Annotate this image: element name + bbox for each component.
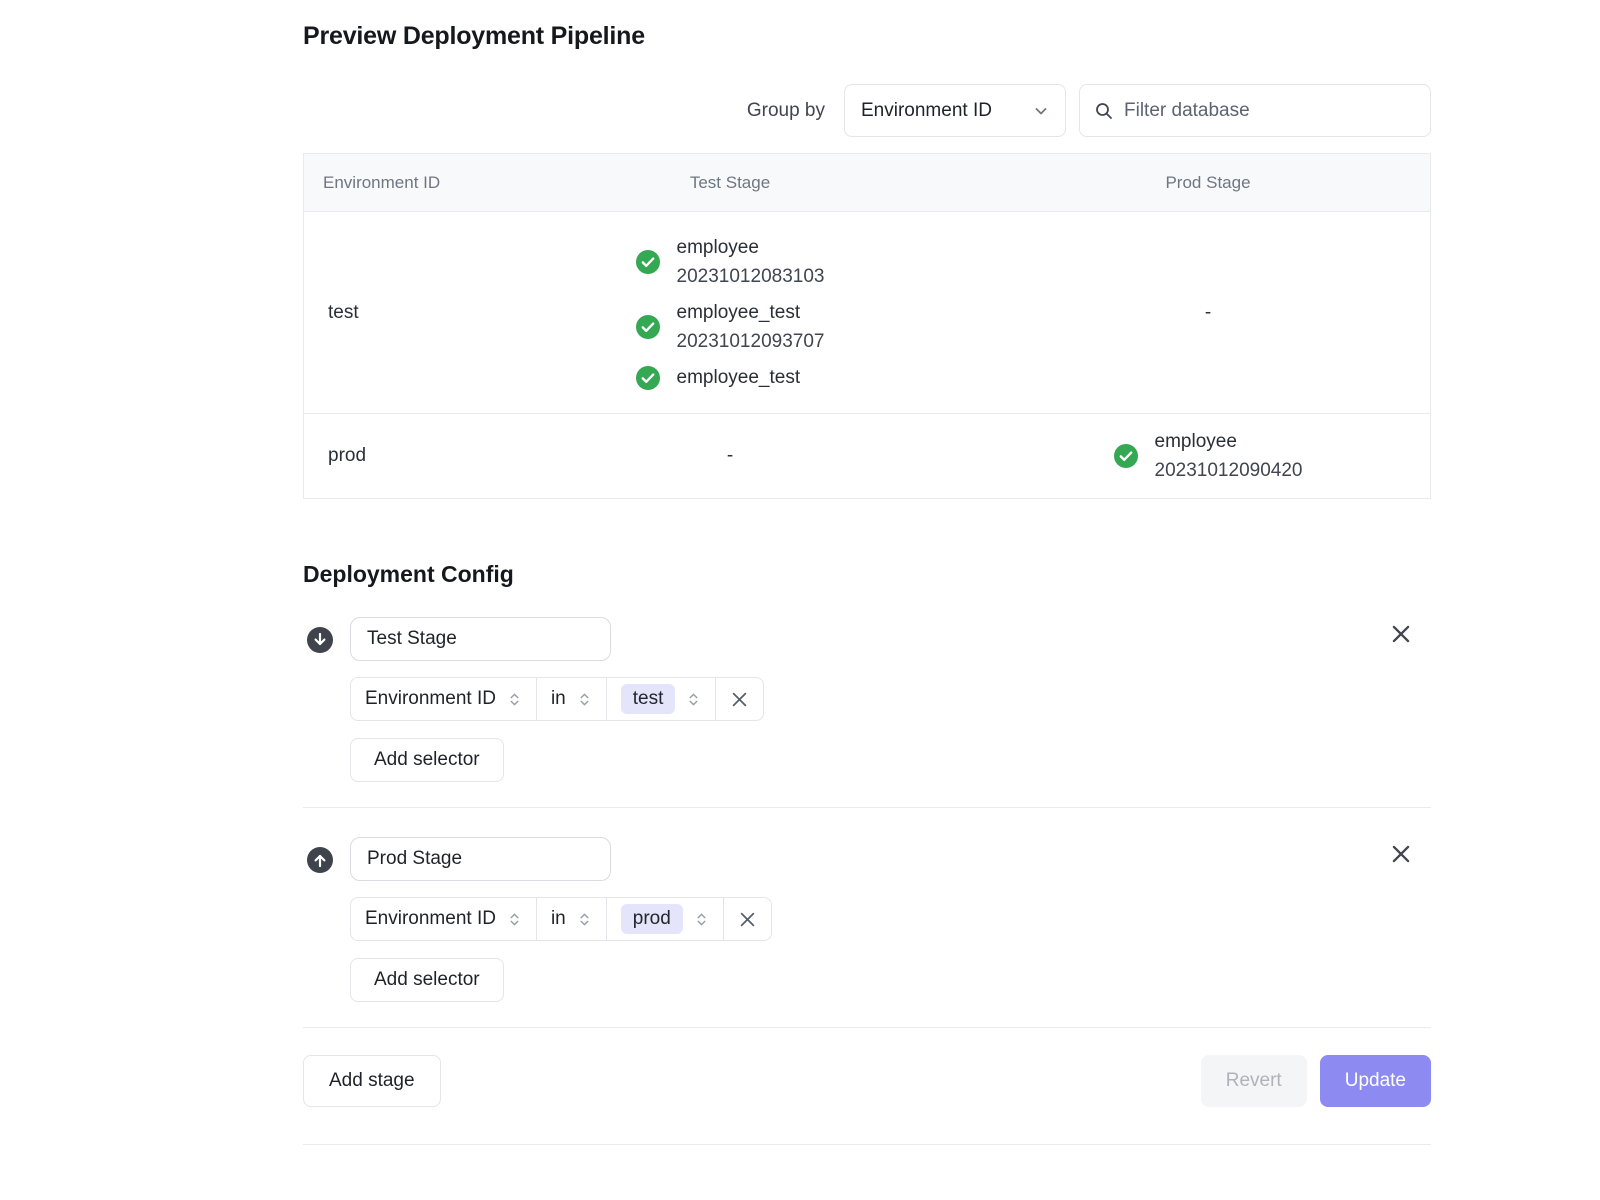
filter-database-container	[1079, 84, 1431, 137]
pipeline-table: Environment ID Test Stage Prod Stage tes…	[303, 153, 1431, 499]
selector-value-tag: test	[621, 684, 676, 714]
section-title: Deployment Config	[303, 561, 1431, 588]
selector-row: Environment ID in prod	[350, 897, 1431, 941]
stage-config-test-stage: Environment ID in test	[303, 617, 1431, 782]
test-stage-cell: employee 20231012083103 employee_test 20…	[474, 212, 986, 413]
filter-database-input[interactable]	[1124, 100, 1416, 122]
selector-value-select[interactable]: prod	[606, 897, 724, 941]
task-list: employee 20231012083103 employee_test 20…	[636, 212, 825, 413]
updown-chevrons-icon	[577, 692, 592, 707]
chevron-down-icon	[1033, 103, 1049, 119]
close-icon	[1392, 625, 1410, 643]
task-version: 20231012093707	[677, 327, 825, 356]
close-icon	[740, 912, 755, 927]
close-icon	[1392, 845, 1410, 863]
stage-config-prod-stage: Environment ID in prod	[303, 837, 1431, 1002]
table-header-row: Environment ID Test Stage Prod Stage	[304, 154, 1430, 212]
selector-row: Environment ID in test	[350, 677, 1431, 721]
environment-cell: test	[304, 212, 474, 413]
updown-chevrons-icon	[686, 692, 701, 707]
task-name: employee	[677, 233, 825, 262]
group-by-label: Group by	[747, 100, 825, 122]
selector-operator-value: in	[551, 908, 566, 930]
empty-cell-dash: -	[474, 414, 986, 498]
selector-key-select[interactable]: Environment ID	[350, 897, 537, 941]
add-stage-button[interactable]: Add stage	[303, 1055, 441, 1107]
check-circle-icon	[1114, 444, 1138, 468]
environment-cell: prod	[304, 414, 474, 498]
task-name: employee_test	[677, 298, 825, 327]
selector-operator-value: in	[551, 688, 566, 710]
remove-stage-button[interactable]	[1390, 623, 1412, 645]
check-circle-icon	[636, 250, 660, 274]
task-version: 20231012083103	[677, 262, 825, 291]
prod-stage-cell: employee 20231012090420	[986, 414, 1430, 498]
selector-operator-select[interactable]: in	[536, 677, 607, 721]
remove-selector-button[interactable]	[723, 897, 772, 941]
remove-stage-button[interactable]	[1390, 843, 1412, 865]
arrow-up-circle-icon	[307, 847, 333, 873]
column-header-prod-stage: Prod Stage	[986, 154, 1430, 211]
task-name: employee_test	[677, 363, 801, 392]
remove-selector-button[interactable]	[715, 677, 764, 721]
updown-chevrons-icon	[507, 692, 522, 707]
selector-key-value: Environment ID	[365, 688, 496, 710]
task-item: employee 20231012090420	[1114, 427, 1303, 485]
arrow-down-circle-icon	[307, 627, 333, 653]
task-version: 20231012090420	[1155, 456, 1303, 485]
updown-chevrons-icon	[694, 912, 709, 927]
task-name: employee	[1155, 427, 1303, 456]
divider	[303, 1027, 1431, 1028]
table-row-prod: prod - employee 20231012090420	[304, 414, 1430, 498]
task-item: employee_test	[636, 363, 825, 392]
selector-key-select[interactable]: Environment ID	[350, 677, 537, 721]
check-circle-icon	[636, 366, 660, 390]
page-title: Preview Deployment Pipeline	[303, 22, 1431, 51]
selector-value-tag: prod	[621, 904, 683, 934]
revert-button[interactable]: Revert	[1201, 1055, 1307, 1107]
add-selector-button[interactable]: Add selector	[350, 738, 504, 782]
task-item: employee 20231012083103	[636, 233, 825, 291]
footer-actions: Add stage Revert Update	[303, 1055, 1431, 1107]
stage-name-input[interactable]	[350, 617, 611, 661]
empty-cell-dash: -	[986, 212, 1430, 413]
column-header-environment-id: Environment ID	[304, 154, 474, 211]
search-icon	[1094, 101, 1114, 121]
column-header-test-stage: Test Stage	[474, 154, 986, 211]
close-icon	[732, 692, 747, 707]
group-by-selected-value: Environment ID	[861, 100, 992, 122]
divider	[303, 807, 1431, 808]
selector-key-value: Environment ID	[365, 908, 496, 930]
group-by-select[interactable]: Environment ID	[844, 84, 1066, 137]
updown-chevrons-icon	[577, 912, 592, 927]
main-content: Preview Deployment Pipeline Group by Env…	[303, 0, 1431, 1145]
selector-operator-select[interactable]: in	[536, 897, 607, 941]
stage-name-input[interactable]	[350, 837, 611, 881]
add-selector-button[interactable]: Add selector	[350, 958, 504, 1002]
divider	[303, 1144, 1431, 1145]
selector-value-select[interactable]: test	[606, 677, 717, 721]
task-item: employee_test 20231012093707	[636, 298, 825, 356]
toolbar: Group by Environment ID	[303, 84, 1431, 137]
check-circle-icon	[636, 315, 660, 339]
table-row-test: test employee 20231012083103 employee_te…	[304, 212, 1430, 414]
updown-chevrons-icon	[507, 912, 522, 927]
update-button[interactable]: Update	[1320, 1055, 1431, 1107]
